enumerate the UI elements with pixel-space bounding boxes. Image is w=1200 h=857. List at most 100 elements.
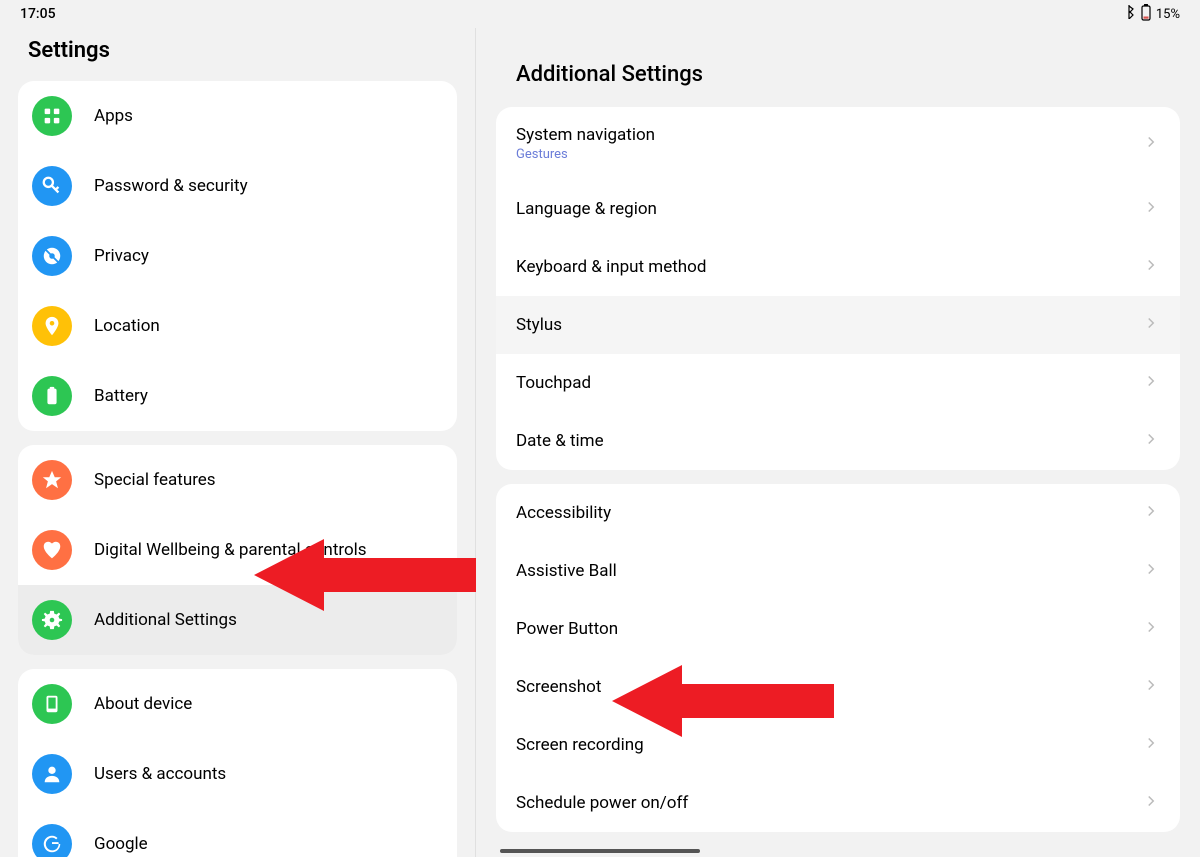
sidebar-item-location[interactable]: Location bbox=[18, 291, 457, 361]
setting-item-text: Power Button bbox=[516, 619, 618, 639]
settings-group: Apps Password & security Privacy Location Ba… bbox=[18, 81, 457, 431]
eye-icon bbox=[32, 236, 72, 276]
sidebar-item-battery[interactable]: Battery bbox=[18, 361, 457, 431]
right-header: Additional Settings bbox=[476, 28, 1200, 107]
chevron-right-icon bbox=[1142, 256, 1160, 278]
settings-group: About device Users & accounts Google bbox=[18, 669, 457, 857]
chevron-right-icon bbox=[1142, 792, 1160, 814]
setting-item-schedule-power-on-off[interactable]: Schedule power on/off bbox=[496, 774, 1180, 832]
settings-title: Settings bbox=[28, 38, 447, 63]
setting-item-text: Language & region bbox=[516, 199, 657, 219]
sidebar-item-privacy[interactable]: Privacy bbox=[18, 221, 457, 291]
setting-item-text: Schedule power on/off bbox=[516, 793, 688, 813]
setting-item-label: Language & region bbox=[516, 199, 657, 219]
status-time: 17:05 bbox=[20, 6, 56, 22]
settings-subgroup: Accessibility Assistive Ball Power Button S… bbox=[496, 484, 1180, 832]
location-icon bbox=[32, 306, 72, 346]
sidebar-item-password-security[interactable]: Password & security bbox=[18, 151, 457, 221]
setting-item-screen-recording[interactable]: Screen recording bbox=[496, 716, 1180, 774]
setting-item-language-region[interactable]: Language & region bbox=[496, 180, 1180, 238]
setting-item-touchpad[interactable]: Touchpad bbox=[496, 354, 1180, 412]
left-header: Settings bbox=[0, 28, 475, 81]
sidebar-item-label: Special features bbox=[94, 470, 216, 490]
setting-item-label: Screen recording bbox=[516, 735, 644, 755]
chevron-right-icon bbox=[1142, 133, 1160, 155]
chevron-right-icon bbox=[1142, 430, 1160, 452]
setting-item-label: Assistive Ball bbox=[516, 561, 617, 581]
sidebar-item-digital-wellbeing-parental-controls[interactable]: Digital Wellbeing & parental controls bbox=[18, 515, 457, 585]
setting-item-power-button[interactable]: Power Button bbox=[496, 600, 1180, 658]
setting-item-assistive-ball[interactable]: Assistive Ball bbox=[496, 542, 1180, 600]
chevron-right-icon bbox=[1142, 618, 1160, 640]
battery-icon bbox=[1140, 3, 1152, 25]
battery-icon bbox=[32, 376, 72, 416]
chevron-right-icon bbox=[1142, 734, 1160, 756]
sidebar-item-about-device[interactable]: About device bbox=[18, 669, 457, 739]
setting-item-text: Keyboard & input method bbox=[516, 257, 706, 277]
setting-item-label: System navigation bbox=[516, 125, 655, 145]
battery-percent: 15% bbox=[1156, 7, 1180, 22]
sidebar-item-additional-settings[interactable]: Additional Settings bbox=[18, 585, 457, 655]
right-panel: Additional Settings MOBIGYAAN System nav… bbox=[476, 28, 1200, 857]
apps-icon bbox=[32, 96, 72, 136]
setting-item-text: Screen recording bbox=[516, 735, 644, 755]
setting-item-label: Schedule power on/off bbox=[516, 793, 688, 813]
right-title: Additional Settings bbox=[516, 62, 1160, 87]
setting-item-stylus[interactable]: Stylus bbox=[496, 296, 1180, 354]
google-icon bbox=[32, 824, 72, 857]
setting-item-text: Screenshot bbox=[516, 677, 601, 697]
star-icon bbox=[32, 460, 72, 500]
setting-item-screenshot[interactable]: Screenshot bbox=[496, 658, 1180, 716]
sidebar-item-apps[interactable]: Apps bbox=[18, 81, 457, 151]
setting-item-text: Accessibility bbox=[516, 503, 611, 523]
setting-item-subtitle: Gestures bbox=[516, 147, 655, 162]
sidebar-item-label: About device bbox=[94, 694, 192, 714]
settings-group: Special features Digital Wellbeing & pare… bbox=[18, 445, 457, 655]
setting-item-label: Touchpad bbox=[516, 373, 591, 393]
setting-item-system-navigation[interactable]: System navigation Gestures bbox=[496, 107, 1180, 180]
chevron-right-icon bbox=[1142, 502, 1160, 524]
chevron-right-icon bbox=[1142, 198, 1160, 220]
setting-item-text: Assistive Ball bbox=[516, 561, 617, 581]
setting-item-label: Power Button bbox=[516, 619, 618, 639]
setting-item-label: Stylus bbox=[516, 315, 562, 335]
setting-item-accessibility[interactable]: Accessibility bbox=[496, 484, 1180, 542]
setting-item-label: Screenshot bbox=[516, 677, 601, 697]
key-icon bbox=[32, 166, 72, 206]
sidebar-item-label: Location bbox=[94, 316, 160, 336]
settings-subgroup: System navigation Gestures Language & regi… bbox=[496, 107, 1180, 470]
sidebar-item-label: Google bbox=[94, 834, 148, 854]
setting-item-text: Stylus bbox=[516, 315, 562, 335]
setting-item-text: System navigation Gestures bbox=[516, 125, 655, 162]
chevron-right-icon bbox=[1142, 560, 1160, 582]
chevron-right-icon bbox=[1142, 314, 1160, 336]
setting-item-label: Date & time bbox=[516, 431, 604, 451]
heart-icon bbox=[32, 530, 72, 570]
setting-item-label: Accessibility bbox=[516, 503, 611, 523]
nav-handle[interactable] bbox=[500, 849, 700, 853]
sidebar-item-special-features[interactable]: Special features bbox=[18, 445, 457, 515]
sidebar-item-label: Users & accounts bbox=[94, 764, 226, 784]
sidebar-item-google[interactable]: Google bbox=[18, 809, 457, 857]
setting-item-keyboard-input-method[interactable]: Keyboard & input method bbox=[496, 238, 1180, 296]
setting-item-text: Touchpad bbox=[516, 373, 591, 393]
status-bar: 17:05 15% bbox=[0, 0, 1200, 28]
chevron-right-icon bbox=[1142, 372, 1160, 394]
chevron-right-icon bbox=[1142, 676, 1160, 698]
settings-sidebar: Settings Apps Password & security Privacy L… bbox=[0, 28, 476, 857]
setting-item-label: Keyboard & input method bbox=[516, 257, 706, 277]
sidebar-item-label: Battery bbox=[94, 386, 148, 406]
setting-item-text: Date & time bbox=[516, 431, 604, 451]
sidebar-item-users-accounts[interactable]: Users & accounts bbox=[18, 739, 457, 809]
sidebar-item-label: Additional Settings bbox=[94, 610, 237, 630]
sidebar-item-label: Privacy bbox=[94, 246, 149, 266]
device-icon bbox=[32, 684, 72, 724]
user-icon bbox=[32, 754, 72, 794]
sidebar-item-label: Password & security bbox=[94, 176, 248, 196]
status-icons: 15% bbox=[1126, 3, 1180, 25]
bluetooth-icon bbox=[1126, 5, 1136, 23]
sidebar-item-label: Apps bbox=[94, 106, 133, 126]
setting-item-date-time[interactable]: Date & time bbox=[496, 412, 1180, 470]
sidebar-item-label: Digital Wellbeing & parental controls bbox=[94, 540, 367, 560]
gear-icon bbox=[32, 600, 72, 640]
